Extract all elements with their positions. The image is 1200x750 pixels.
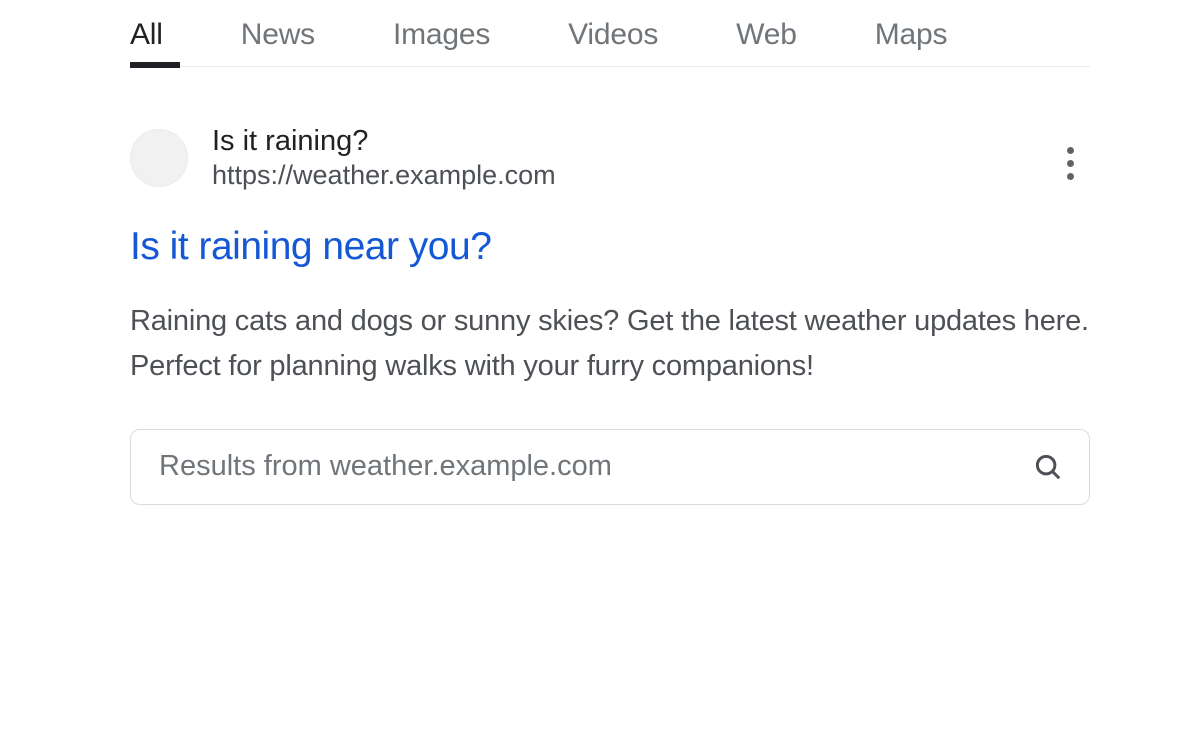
site-info: Is it raining? https://weather.example.c… bbox=[212, 125, 1090, 191]
tab-all[interactable]: All bbox=[130, 18, 163, 66]
site-search-input[interactable] bbox=[159, 450, 1033, 483]
site-url: https://weather.example.com bbox=[212, 160, 1090, 191]
search-icon[interactable] bbox=[1033, 452, 1063, 482]
result-header: Is it raining? https://weather.example.c… bbox=[130, 125, 1090, 191]
more-options-icon[interactable] bbox=[1057, 137, 1084, 190]
tab-maps[interactable]: Maps bbox=[875, 18, 948, 66]
tab-images[interactable]: Images bbox=[393, 18, 490, 66]
result-snippet: Raining cats and dogs or sunny skies? Ge… bbox=[130, 299, 1090, 389]
tab-news[interactable]: News bbox=[241, 18, 315, 66]
site-search-box[interactable] bbox=[130, 429, 1090, 505]
search-result: Is it raining? https://weather.example.c… bbox=[130, 125, 1090, 505]
result-title-link[interactable]: Is it raining near you? bbox=[130, 225, 1090, 269]
search-tabs: All News Images Videos Web Maps bbox=[130, 18, 1090, 67]
tab-videos[interactable]: Videos bbox=[568, 18, 658, 66]
tab-web[interactable]: Web bbox=[736, 18, 797, 66]
site-name: Is it raining? bbox=[212, 125, 1090, 158]
favicon bbox=[130, 129, 188, 187]
